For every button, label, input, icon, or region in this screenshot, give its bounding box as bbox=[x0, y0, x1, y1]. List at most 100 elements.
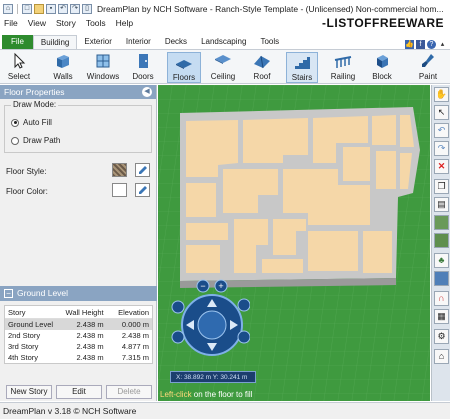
magnet-icon[interactable]: ∩ bbox=[434, 291, 449, 306]
edit-story-button[interactable]: Edit bbox=[56, 385, 102, 399]
floor-color-label: Floor Color: bbox=[6, 187, 48, 196]
ribbon-tabs: File Building Exterior Interior Decks La… bbox=[0, 34, 450, 49]
undo-arrow-icon[interactable]: ↶ bbox=[434, 123, 449, 138]
window-title: DreamPlan by NCH Software - Ranch-Style … bbox=[97, 4, 444, 14]
app-icon: ⌂ bbox=[3, 4, 13, 14]
tab-file[interactable]: File bbox=[2, 35, 33, 49]
eyedropper-icon bbox=[139, 166, 147, 174]
block-icon bbox=[377, 55, 388, 68]
tool-select[interactable]: Select bbox=[5, 52, 33, 83]
paste-icon[interactable]: ▤ bbox=[434, 197, 449, 212]
properties-panel: Floor Properties ◀ Draw Mode: Auto Fill … bbox=[0, 85, 157, 401]
railing-icon bbox=[334, 56, 352, 68]
undo-icon[interactable]: ↶ bbox=[58, 4, 68, 14]
grid-icon[interactable]: ▦ bbox=[434, 309, 449, 324]
tool-railing[interactable]: Railing bbox=[327, 52, 359, 83]
draw-mode-group: Draw Mode: Auto Fill Draw Path bbox=[4, 100, 152, 153]
tool-floors[interactable]: Floors bbox=[167, 52, 201, 83]
3d-viewport[interactable]: − + bbox=[158, 85, 430, 401]
stairs-icon bbox=[295, 57, 310, 69]
table-row[interactable]: 3rd Story 2.438 m 4.877 m bbox=[5, 341, 152, 352]
collapse-minus-icon[interactable]: − bbox=[4, 289, 13, 299]
chevron-up-icon[interactable]: ▴ bbox=[438, 40, 447, 49]
floor-style-swatch[interactable] bbox=[112, 163, 127, 177]
tool-ceiling[interactable]: Ceiling bbox=[208, 52, 238, 83]
tab-decks[interactable]: Decks bbox=[158, 35, 194, 49]
grass-block-icon[interactable] bbox=[434, 215, 449, 230]
table-header: Story Wall Height Elevation bbox=[5, 306, 152, 319]
table-row[interactable]: 2nd Story 2.438 m 2.438 m bbox=[5, 330, 152, 341]
table-row[interactable]: Ground Level 2.438 m 0.000 m bbox=[5, 319, 152, 330]
tool-roof[interactable]: Roof bbox=[249, 52, 275, 83]
menu-bar: File View Story Tools Help bbox=[0, 18, 133, 32]
menu-file[interactable]: File bbox=[4, 18, 18, 32]
tab-tools[interactable]: Tools bbox=[253, 35, 286, 49]
new-story-button[interactable]: New Story bbox=[6, 385, 52, 399]
radio-button-selected[interactable] bbox=[11, 118, 19, 127]
radio-draw-path[interactable]: Draw Path bbox=[11, 136, 60, 145]
home-icon[interactable]: ⌂ bbox=[434, 349, 449, 364]
tool-walls[interactable]: Walls bbox=[49, 52, 77, 83]
floor-properties-header: Floor Properties ◀ bbox=[0, 85, 156, 99]
floor-style-label: Floor Style: bbox=[6, 167, 47, 176]
menu-view[interactable]: View bbox=[28, 18, 46, 32]
floor-color-picker[interactable] bbox=[135, 183, 150, 197]
facebook-icon[interactable]: f bbox=[416, 40, 425, 49]
hand-pan-icon[interactable]: ✋ bbox=[434, 87, 449, 102]
copy-icon[interactable]: ❐ bbox=[434, 179, 449, 194]
tab-landscaping[interactable]: Landscaping bbox=[194, 35, 253, 49]
tool-stairs[interactable]: Stairs bbox=[286, 52, 318, 83]
menu-help[interactable]: Help bbox=[116, 18, 133, 32]
tool-paint[interactable]: Paint bbox=[414, 52, 442, 83]
roof-icon bbox=[254, 55, 270, 69]
ground-level-header[interactable]: − Ground Level bbox=[0, 286, 157, 301]
save-icon[interactable]: ▪ bbox=[46, 4, 56, 14]
delete-story-button[interactable]: Delete bbox=[106, 385, 152, 399]
open-folder-icon[interactable] bbox=[34, 4, 44, 14]
story-table: Story Wall Height Elevation Ground Level… bbox=[4, 305, 153, 364]
tab-interior[interactable]: Interior bbox=[119, 35, 158, 49]
floor-icon bbox=[176, 60, 192, 69]
menu-tools[interactable]: Tools bbox=[86, 18, 106, 32]
paint-brush-icon bbox=[422, 54, 434, 67]
select-arrow-icon[interactable]: ↖ bbox=[434, 105, 449, 120]
door-icon bbox=[139, 54, 148, 68]
layers-icon[interactable] bbox=[434, 271, 449, 286]
help-icon[interactable]: ? bbox=[427, 40, 436, 49]
table-row[interactable]: 4th Story 2.438 m 7.315 m bbox=[5, 352, 152, 363]
navigation-control[interactable]: − + bbox=[170, 277, 250, 367]
viewport-hint: Left-click on the floor to fill bbox=[160, 390, 253, 399]
new-file-icon[interactable]: □ bbox=[22, 4, 32, 14]
radio-button[interactable] bbox=[11, 136, 19, 145]
tab-exterior[interactable]: Exterior bbox=[77, 35, 119, 49]
thumbs-up-icon[interactable]: 👍 bbox=[405, 40, 414, 49]
floor-style-picker[interactable] bbox=[135, 163, 150, 177]
collapse-panel-icon[interactable]: ◀ bbox=[142, 87, 152, 97]
eyedropper-icon bbox=[139, 186, 147, 194]
delete-x-icon[interactable]: ✕ bbox=[434, 159, 449, 174]
settings-icon[interactable]: ⚙ bbox=[434, 329, 449, 344]
draw-mode-label: Draw Mode: bbox=[11, 100, 59, 109]
window-icon bbox=[96, 54, 110, 68]
terrain-icon[interactable] bbox=[434, 233, 449, 248]
watermark-text: -LISTOFFREEWARE bbox=[322, 16, 444, 30]
tree-icon[interactable]: ♣ bbox=[434, 253, 449, 268]
redo-arrow-icon[interactable]: ↷ bbox=[434, 141, 449, 156]
blank-doc-icon[interactable]: ▯ bbox=[82, 4, 92, 14]
menu-story[interactable]: Story bbox=[56, 18, 76, 32]
redo-icon[interactable]: ↷ bbox=[70, 4, 80, 14]
ceiling-icon bbox=[215, 55, 231, 64]
tab-building[interactable]: Building bbox=[32, 35, 78, 49]
radio-auto-fill[interactable]: Auto Fill bbox=[11, 118, 52, 127]
svg-text:+: + bbox=[218, 281, 223, 291]
tool-windows[interactable]: Windows bbox=[86, 52, 120, 83]
svg-text:−: − bbox=[200, 281, 205, 291]
building-toolbar: Select Walls Windows Doors Floors Ceilin… bbox=[0, 49, 450, 84]
floor-color-swatch[interactable] bbox=[112, 183, 127, 197]
cursor-icon bbox=[14, 52, 26, 69]
coordinate-readout: X: 38.892 m Y: 30.241 m bbox=[170, 371, 256, 383]
tool-doors[interactable]: Doors bbox=[129, 52, 157, 83]
view-tools-sidebar: ✋ ↖ ↶ ↷ ✕ ❐ ▤ ♣ ∩ ▦ ⚙ ⌂ bbox=[431, 85, 450, 401]
wall-icon bbox=[57, 55, 69, 68]
tool-block[interactable]: Block bbox=[368, 52, 396, 83]
